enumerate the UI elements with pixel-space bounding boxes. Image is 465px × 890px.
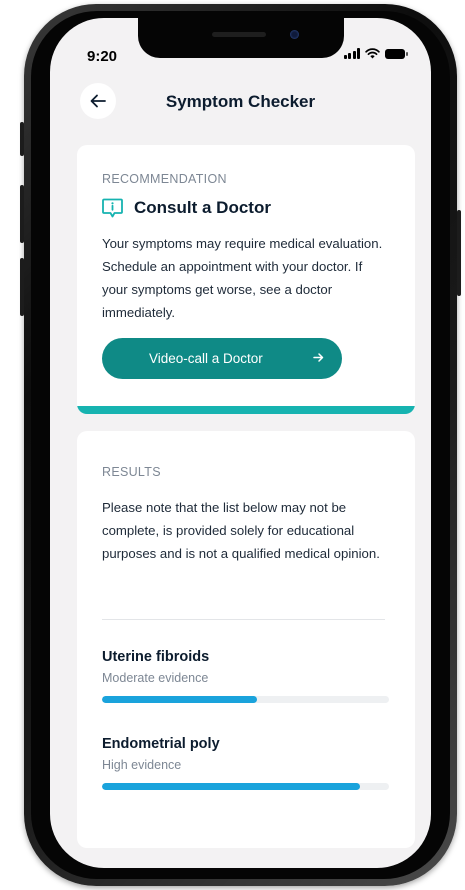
- front-camera: [290, 30, 299, 39]
- notch: [138, 18, 344, 58]
- results-divider: [102, 619, 385, 620]
- phone-screen: 9:20 Symptom Checker RECOMMENDATION Cons…: [50, 18, 431, 868]
- results-disclaimer: Please note that the list below may not …: [102, 500, 380, 561]
- video-call-doctor-button[interactable]: Video-call a Doctor: [102, 338, 342, 379]
- evidence-bar-fill: [102, 696, 257, 703]
- evidence-bar-track: [102, 783, 389, 790]
- result-name: Endometrial poly: [102, 736, 220, 752]
- recommendation-card: RECOMMENDATION Consult a Doctor Your sym…: [77, 145, 415, 414]
- mute-switch: [20, 122, 24, 156]
- cellular-signal-icon: [343, 48, 360, 59]
- speaker-grille: [212, 32, 266, 37]
- recommendation-accent-bar: [77, 406, 415, 414]
- arrow-right-icon: [313, 353, 324, 362]
- result-evidence: Moderate evidence: [102, 671, 209, 685]
- recommendation-title: Consult a Doctor: [134, 198, 271, 217]
- recommendation-title-row: Consult a Doctor: [102, 198, 271, 218]
- info-chat-icon: [102, 198, 123, 218]
- evidence-bar-track: [102, 696, 389, 703]
- result-item[interactable]: Endometrial poly High evidence: [102, 736, 389, 790]
- recommendation-body: Your symptoms may require medical evalua…: [102, 236, 383, 320]
- power-button: [457, 210, 461, 296]
- results-card: RESULTS Please note that the list below …: [77, 431, 415, 848]
- results-label: RESULTS: [102, 465, 161, 479]
- page-title: Symptom Checker: [165, 92, 316, 111]
- result-evidence: High evidence: [102, 758, 182, 772]
- result-name: Uterine fibroids: [102, 649, 210, 665]
- evidence-bar-fill: [102, 783, 361, 790]
- volume-down-button: [20, 258, 24, 316]
- result-item[interactable]: Uterine fibroids Moderate evidence: [102, 649, 389, 703]
- app-stage: 9:20 Symptom Checker RECOMMENDATION Cons…: [0, 0, 465, 890]
- video-call-doctor-label: Video-call a Doctor: [149, 351, 263, 366]
- volume-up-button: [20, 185, 24, 243]
- recommendation-label: RECOMMENDATION: [102, 172, 227, 186]
- wifi-icon: [365, 48, 380, 59]
- battery-icon: [385, 48, 408, 59]
- status-time: 9:20: [87, 48, 118, 65]
- status-icons: [343, 48, 408, 59]
